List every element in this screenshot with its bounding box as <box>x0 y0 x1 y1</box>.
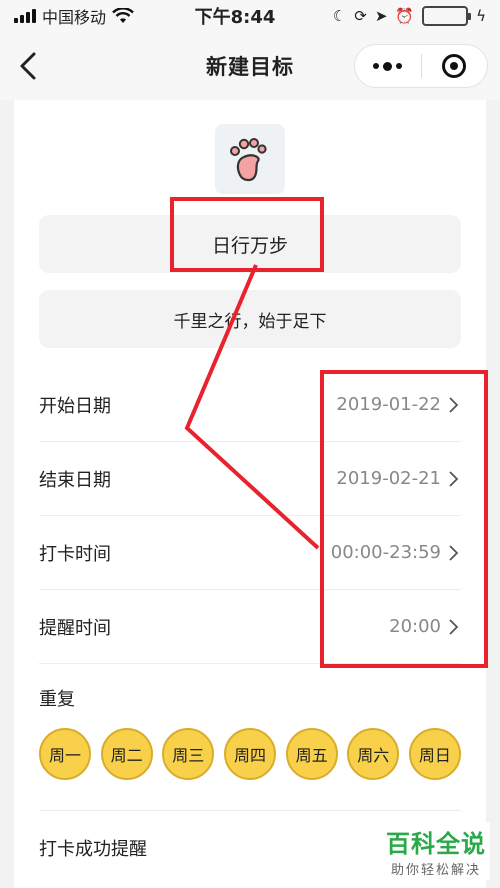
day-saturday[interactable]: 周六 <box>347 728 400 780</box>
location-icon: ➤ <box>374 7 388 25</box>
end-date-label: 结束日期 <box>39 469 111 491</box>
day-thursday[interactable]: 周四 <box>223 728 276 780</box>
start-date-label: 开始日期 <box>39 395 111 417</box>
signal-icon <box>14 9 36 23</box>
carrier-name: 中国移动 <box>42 8 107 27</box>
end-date-row[interactable]: 结束日期 2019-02-21 <box>39 442 461 516</box>
day-monday[interactable]: 周一 <box>39 728 91 780</box>
success-reminder-label: 打卡成功提醒 <box>39 838 147 860</box>
repeat-days: 周一 周二 周三 周四 周五 周六 周日 <box>39 728 461 780</box>
goal-name-input[interactable]: 日行万步 <box>39 215 461 273</box>
chevron-right-icon <box>449 396 459 413</box>
start-date-row[interactable]: 开始日期 2019-01-22 <box>39 368 461 442</box>
alarm-icon: ⏰ <box>395 7 415 25</box>
status-right: ☾ ⟳ ➤ ⏰ ϟ <box>306 6 486 26</box>
more-dots-icon[interactable] <box>355 45 421 87</box>
checkin-time-value: 00:00-23:59 <box>330 542 441 563</box>
day-friday[interactable]: 周五 <box>285 728 338 780</box>
day-sunday[interactable]: 周日 <box>408 728 461 780</box>
end-date-value: 2019-02-21 <box>336 468 441 489</box>
capsule-menu <box>354 44 488 88</box>
charging-icon: ϟ <box>476 7 486 25</box>
lock-rotation-icon: ⟳ <box>354 7 367 25</box>
reminder-time-label: 提醒时间 <box>39 617 111 639</box>
status-bar: 中国移动 下午8:44 ☾ ⟳ ➤ ⏰ ϟ <box>0 0 500 32</box>
reminder-time-value: 20:00 <box>389 616 441 637</box>
close-miniprogram-button[interactable] <box>422 45 488 87</box>
day-wednesday[interactable]: 周三 <box>162 728 215 780</box>
checkin-time-row[interactable]: 打卡时间 00:00-23:59 <box>39 516 461 590</box>
chevron-right-icon <box>449 470 459 487</box>
status-time: 下午8:44 <box>194 7 276 28</box>
reminder-time-row[interactable]: 提醒时间 20:00 <box>39 590 461 664</box>
moon-icon: ☾ <box>332 7 347 25</box>
watermark-title: 百科全说 <box>386 830 486 858</box>
watermark-logo: 百科全说 助你轻松解决 <box>382 822 490 880</box>
battery-icon <box>422 6 472 26</box>
nav-bar: 新建目标 <box>0 32 500 100</box>
target-circle-icon <box>442 54 467 78</box>
wifi-icon <box>112 8 134 23</box>
back-icon[interactable] <box>14 48 44 84</box>
footprint-icon <box>230 138 267 182</box>
goal-slogan-input[interactable]: 千里之行，始于足下 <box>39 290 461 348</box>
watermark-subtitle: 助你轻松解决 <box>390 863 481 878</box>
day-tuesday[interactable]: 周二 <box>100 728 153 780</box>
goal-form-card: 日行万步 千里之行，始于足下 开始日期 2019-01-22 结束日期 2019… <box>14 100 486 888</box>
chevron-right-icon <box>449 618 459 635</box>
start-date-value: 2019-01-22 <box>336 394 441 415</box>
checkin-time-label: 打卡时间 <box>39 543 111 565</box>
goal-icon-picker[interactable] <box>215 124 285 194</box>
repeat-label: 重复 <box>39 689 75 710</box>
chevron-right-icon <box>449 544 459 561</box>
